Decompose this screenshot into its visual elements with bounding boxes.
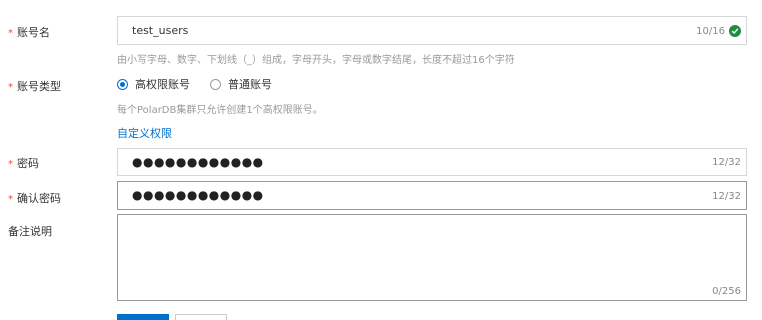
check-circle-icon bbox=[729, 25, 741, 37]
confirm-button[interactable] bbox=[117, 314, 169, 320]
radio-standard-account[interactable]: 普通账号 bbox=[210, 76, 272, 92]
account-name-input[interactable]: test_users 10/16 bbox=[117, 16, 747, 45]
custom-permission-link[interactable]: 自定义权限 bbox=[117, 125, 172, 141]
account-type-label: * 账号类型 bbox=[8, 80, 61, 93]
required-mark: * bbox=[8, 28, 13, 39]
remarks-counter: 0/256 bbox=[712, 286, 741, 297]
confirm-password-label: * 确认密码 bbox=[8, 192, 61, 205]
cancel-button[interactable] bbox=[175, 314, 227, 320]
confirm-password-counter: 12/32 bbox=[712, 191, 741, 202]
required-mark: * bbox=[8, 194, 13, 205]
radio-checked-icon bbox=[117, 78, 128, 90]
account-type-radio-group: 高权限账号 普通账号 bbox=[117, 76, 292, 92]
remarks-label: 备注说明 bbox=[8, 225, 52, 238]
password-counter: 12/32 bbox=[712, 157, 741, 168]
radio-privileged-account[interactable]: 高权限账号 bbox=[117, 76, 190, 92]
account-type-hint: 每个PolarDB集群只允许创建1个高权限账号。 bbox=[117, 105, 323, 116]
remarks-textarea[interactable]: 0/256 bbox=[117, 214, 747, 301]
password-label: * 密码 bbox=[8, 157, 39, 170]
required-mark: * bbox=[8, 159, 13, 170]
radio-unchecked-icon bbox=[210, 78, 221, 90]
account-name-counter: 10/16 bbox=[696, 26, 725, 37]
required-mark: * bbox=[8, 82, 13, 93]
confirm-password-input[interactable]: ●●●●●●●●●●●● 12/32 bbox=[117, 181, 747, 210]
account-name-hint: 由小写字母、数字、下划线（_）组成，字母开头，字母或数字结尾，长度不超过16个字… bbox=[117, 55, 515, 66]
password-input[interactable]: ●●●●●●●●●●●● 12/32 bbox=[117, 148, 747, 176]
account-name-label: * 账号名 bbox=[8, 26, 50, 39]
